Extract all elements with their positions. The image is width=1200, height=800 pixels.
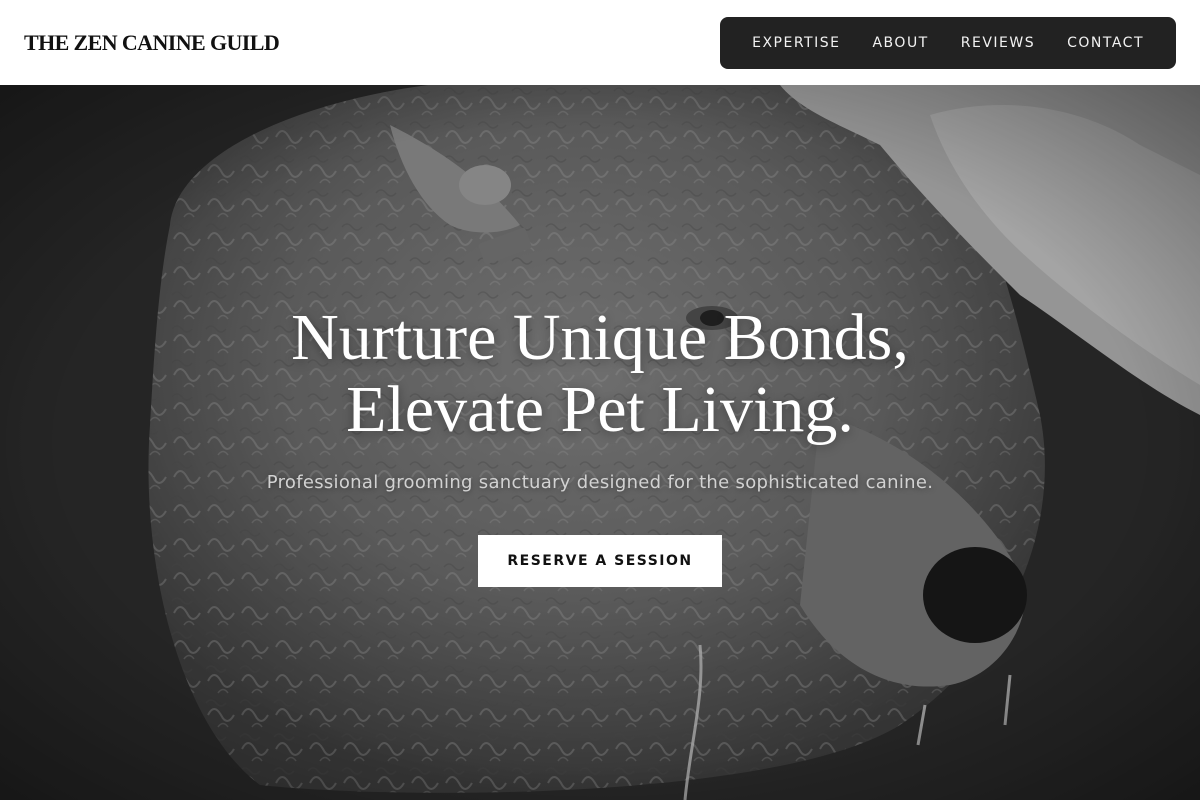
reserve-session-button[interactable]: RESERVE A SESSION bbox=[478, 535, 722, 587]
main-nav: EXPERTISE ABOUT REVIEWS CONTACT bbox=[720, 16, 1176, 69]
site-header: THE ZEN CANINE GUILD EXPERTISE ABOUT REV… bbox=[0, 0, 1200, 85]
nav-link-expertise[interactable]: EXPERTISE bbox=[752, 35, 840, 51]
hero-content: Nurture Unique Bonds, Elevate Pet Living… bbox=[0, 85, 1200, 800]
hero-title: Nurture Unique Bonds, Elevate Pet Living… bbox=[291, 302, 909, 446]
nav-link-reviews[interactable]: REVIEWS bbox=[961, 35, 1035, 51]
nav-link-contact[interactable]: CONTACT bbox=[1067, 35, 1144, 51]
hero-subtitle: Professional grooming sanctuary designed… bbox=[266, 472, 934, 493]
hero-section: Nurture Unique Bonds, Elevate Pet Living… bbox=[0, 85, 1200, 800]
hero-title-line-2: Elevate Pet Living. bbox=[346, 373, 854, 446]
brand-logo[interactable]: THE ZEN CANINE GUILD bbox=[24, 30, 280, 56]
nav-link-about[interactable]: ABOUT bbox=[872, 35, 928, 51]
hero-title-line-1: Nurture Unique Bonds, bbox=[291, 301, 909, 374]
